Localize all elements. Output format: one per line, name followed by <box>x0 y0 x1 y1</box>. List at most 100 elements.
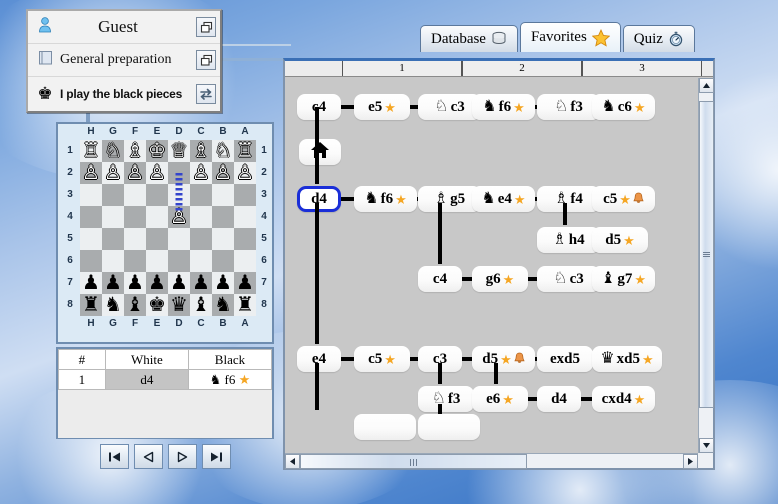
board-square[interactable] <box>190 184 212 206</box>
board-piece[interactable]: ♙ <box>168 206 190 228</box>
board-piece[interactable]: ♞ <box>102 294 124 316</box>
previous-move-button[interactable] <box>134 444 163 469</box>
horizontal-scroll-thumb[interactable] <box>300 454 528 469</box>
board-square[interactable] <box>168 162 190 184</box>
board-piece[interactable]: ♟ <box>234 272 256 294</box>
move-list-row[interactable]: 1 d4 ♞ f6 ★ <box>58 369 273 390</box>
tree-node-move[interactable]: exd5 <box>537 346 593 372</box>
board-square[interactable] <box>124 206 146 228</box>
tree-canvas[interactable]: c4e5★♘c3♞f6★♘f3♞c6★d4♞f6★♗g5♞e4★♗f4c5★♗h… <box>285 78 698 453</box>
tree-node-partial[interactable] <box>418 414 480 440</box>
scroll-down-button[interactable] <box>699 438 714 453</box>
tree-node-move[interactable]: ♞ c6 ★ <box>592 94 655 120</box>
board-square[interactable] <box>190 206 212 228</box>
profile-row-side[interactable]: ♚ I play the black pieces <box>28 77 220 110</box>
white-move-cell[interactable]: d4 <box>104 369 189 390</box>
board-piece[interactable]: ♖ <box>234 140 256 162</box>
board-square[interactable] <box>146 250 168 272</box>
swap-sides-icon[interactable] <box>196 83 216 104</box>
tree-horizontal-scrollbar[interactable] <box>285 453 698 469</box>
board-square[interactable] <box>102 184 124 206</box>
tree-node-move[interactable]: c5 ★ <box>354 346 410 372</box>
board-piece[interactable]: ♙ <box>124 162 146 184</box>
tree-node-move[interactable]: d5 ★ <box>472 346 535 372</box>
restore-window-icon[interactable] <box>196 17 216 37</box>
board-square[interactable] <box>212 250 234 272</box>
scroll-right-button[interactable] <box>683 454 698 469</box>
tree-node-move[interactable]: g6 ★ <box>472 266 528 292</box>
vertical-scroll-thumb[interactable] <box>699 100 714 408</box>
board-piece[interactable]: ♙ <box>102 162 124 184</box>
tree-node-move[interactable]: ♗ f4 <box>537 186 600 212</box>
restore-window-icon[interactable] <box>196 50 216 70</box>
board-square[interactable] <box>124 250 146 272</box>
tree-node-home[interactable] <box>299 139 341 165</box>
tree-node-move[interactable]: e5 ★ <box>354 94 410 120</box>
tree-node-move[interactable]: ♘ f3 <box>537 94 600 120</box>
board-square[interactable] <box>102 250 124 272</box>
board-square[interactable] <box>212 206 234 228</box>
board-square[interactable] <box>234 206 256 228</box>
tree-node-move[interactable]: ♛ xd5 ★ <box>592 346 662 372</box>
first-move-button[interactable] <box>100 444 129 469</box>
board-square[interactable] <box>80 250 102 272</box>
board-piece[interactable]: ♛ <box>168 294 190 316</box>
board-piece[interactable]: ♔ <box>146 140 168 162</box>
board-square[interactable] <box>234 184 256 206</box>
board-square[interactable] <box>80 206 102 228</box>
board-square[interactable] <box>102 228 124 250</box>
tree-node-move[interactable]: ♘ f3 <box>418 386 474 412</box>
scroll-up-button[interactable] <box>699 78 714 93</box>
board-piece[interactable]: ♖ <box>80 140 102 162</box>
board-piece[interactable]: ♗ <box>190 140 212 162</box>
board-square[interactable] <box>212 228 234 250</box>
board-square[interactable] <box>212 184 234 206</box>
tree-node-move[interactable]: ♗ h4 <box>537 227 600 253</box>
board-piece[interactable]: ♝ <box>124 294 146 316</box>
board-square[interactable] <box>124 228 146 250</box>
tree-vertical-scrollbar[interactable] <box>698 78 714 453</box>
board-square[interactable] <box>80 228 102 250</box>
tree-node-partial[interactable] <box>354 414 416 440</box>
board-square[interactable] <box>102 206 124 228</box>
scroll-left-button[interactable] <box>285 454 300 469</box>
black-move-cell[interactable]: ♞ f6 ★ <box>187 369 273 390</box>
board-piece[interactable]: ♞ <box>212 294 234 316</box>
board-square[interactable] <box>146 228 168 250</box>
board-piece[interactable]: ♜ <box>234 294 256 316</box>
tree-node-move[interactable]: c4 <box>297 94 341 120</box>
tree-node-move[interactable]: cxd4 ★ <box>592 386 655 412</box>
profile-row-user[interactable]: Guest <box>28 11 220 44</box>
board-piece[interactable]: ♟ <box>124 272 146 294</box>
last-move-button[interactable] <box>202 444 231 469</box>
tree-node-move[interactable]: d5 ★ <box>592 227 648 253</box>
board-piece[interactable]: ♙ <box>234 162 256 184</box>
board-piece[interactable]: ♟ <box>168 272 190 294</box>
board-piece[interactable]: ♟ <box>190 272 212 294</box>
tree-node-move[interactable]: ♞ e4 ★ <box>472 186 535 212</box>
board-piece[interactable]: ♝ <box>190 294 212 316</box>
tree-node-move[interactable]: e6 ★ <box>472 386 528 412</box>
board-piece[interactable]: ♕ <box>168 140 190 162</box>
tree-node-move[interactable]: ♝ g7 ★ <box>592 266 655 292</box>
tab-database[interactable]: Database <box>420 25 518 52</box>
board-square[interactable] <box>168 184 190 206</box>
board-piece[interactable]: ♘ <box>212 140 234 162</box>
tab-favorites[interactable]: Favorites <box>519 22 621 52</box>
board-piece[interactable]: ♙ <box>146 162 168 184</box>
board-piece[interactable]: ♟ <box>146 272 168 294</box>
board-piece[interactable]: ♙ <box>190 162 212 184</box>
board-square[interactable] <box>146 206 168 228</box>
tree-node-move[interactable]: d4 <box>537 386 581 412</box>
board-piece[interactable]: ♗ <box>124 140 146 162</box>
next-move-button[interactable] <box>168 444 197 469</box>
board-square[interactable] <box>80 184 102 206</box>
board-piece[interactable]: ♜ <box>80 294 102 316</box>
tree-node-move[interactable]: ♞ f6 ★ <box>354 186 417 212</box>
tree-node-move[interactable]: c5 ★ <box>592 186 655 212</box>
board-square[interactable] <box>146 184 168 206</box>
board-piece[interactable]: ♙ <box>212 162 234 184</box>
tree-node-move[interactable]: ♘ c3 <box>537 266 600 292</box>
tree-node-move[interactable]: ♞ f6 ★ <box>472 94 535 120</box>
board-piece[interactable]: ♟ <box>102 272 124 294</box>
